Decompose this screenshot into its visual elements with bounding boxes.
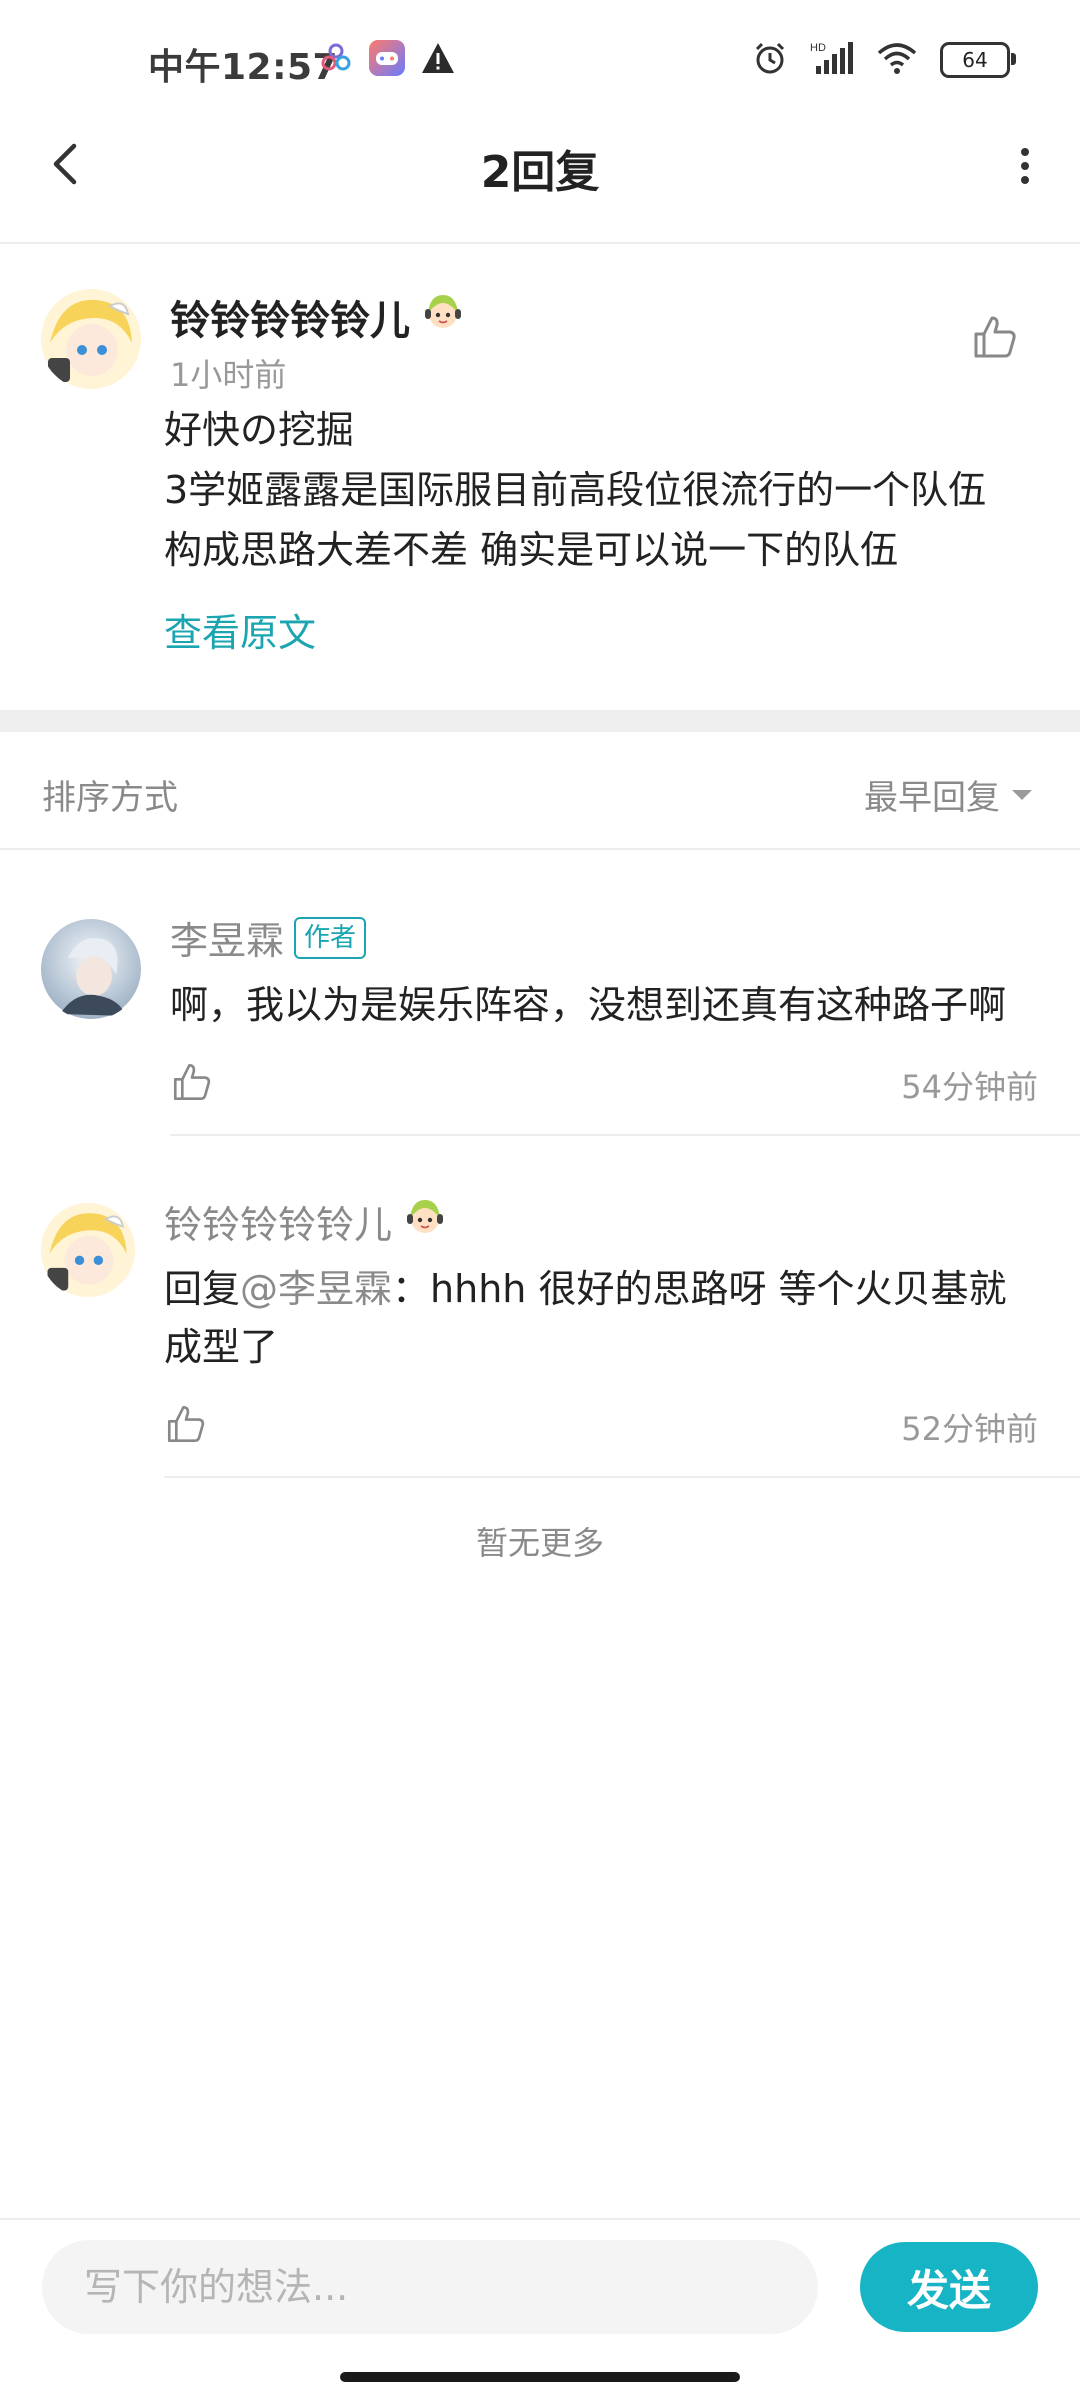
section-divider xyxy=(0,710,1080,732)
status-icons-right: HD 64 xyxy=(752,38,1016,82)
post-author-avatar[interactable] xyxy=(40,288,142,390)
sort-label: 排序方式 xyxy=(42,778,178,818)
composer-divider xyxy=(0,2218,1080,2220)
reply-time: 52分钟前 xyxy=(901,1410,1038,1448)
post-content: 好快の挖掘 3学姬露露是国际服目前高段位很流行的一个队伍构成思路大差不差 确实是… xyxy=(164,408,987,572)
warning-icon xyxy=(420,41,456,79)
hd-signal-icon: HD xyxy=(810,40,854,80)
thumbs-up-icon xyxy=(173,1063,211,1101)
svg-text:HD: HD xyxy=(810,42,826,54)
reply-like-button[interactable] xyxy=(170,1060,214,1104)
reply-avatar[interactable] xyxy=(40,1202,136,1298)
page-title: 2回复 xyxy=(480,147,600,198)
status-icons-left xyxy=(318,38,456,82)
post-time: 1小时前 xyxy=(170,356,287,394)
home-indicator[interactable] xyxy=(340,2372,740,2382)
reply-content: 啊，我以为是娱乐阵容，没想到还真有这种路子啊 xyxy=(170,983,1007,1027)
more-vertical-icon xyxy=(1021,148,1029,184)
author-emoji-icon xyxy=(402,1194,448,1249)
battery-icon: 64 xyxy=(940,42,1016,78)
reply-author[interactable]: 铃铃铃铃铃儿 xyxy=(164,1194,448,1249)
alarm-icon xyxy=(752,40,788,80)
reply-avatar[interactable] xyxy=(40,918,142,1020)
view-original-link[interactable]: 查看原文 xyxy=(164,602,316,657)
post-like-button[interactable] xyxy=(970,312,1020,362)
sort-value: 最早回复 xyxy=(864,778,1000,818)
thumbs-up-icon xyxy=(974,316,1016,358)
more-options-button[interactable] xyxy=(1010,144,1040,188)
game-center-icon xyxy=(368,39,406,81)
author-emoji-icon xyxy=(420,289,466,345)
caret-down-icon xyxy=(1012,789,1032,800)
mention-link[interactable]: @李昱霖 xyxy=(240,1267,392,1311)
send-button[interactable]: 发送 xyxy=(860,2242,1038,2332)
reply-content: 回复@李昱霖：hhhh 很好的思路呀 等个火贝基就成型了 xyxy=(164,1260,1024,1376)
comment-input[interactable] xyxy=(42,2240,818,2334)
wifi-icon xyxy=(876,41,918,79)
reply-divider xyxy=(164,1476,1080,1478)
reply-author-name: 李昱霖 xyxy=(170,919,285,963)
post-author-name: 铃铃铃铃铃儿 xyxy=(170,298,410,344)
no-more-text: 暂无更多 xyxy=(475,1524,604,1562)
thumbs-up-icon xyxy=(167,1405,205,1443)
reply-prefix: 回复 xyxy=(164,1267,241,1311)
sort-divider xyxy=(0,848,1080,850)
reply-time: 54分钟前 xyxy=(901,1068,1038,1106)
sort-dropdown[interactable]: 最早回复 xyxy=(864,770,1034,819)
author-badge: 作者 xyxy=(294,916,367,959)
reply-like-button[interactable] xyxy=(164,1402,208,1446)
reply-author[interactable]: 李昱霖 作者 xyxy=(170,910,367,965)
status-time: 中午12:57 xyxy=(148,47,339,88)
reply-author-name: 铃铃铃铃铃儿 xyxy=(164,1203,393,1247)
reply-divider xyxy=(170,1134,1080,1136)
post-author[interactable]: 铃铃铃铃铃儿 xyxy=(170,288,466,346)
header-divider xyxy=(0,242,1080,244)
app-cluster-icon xyxy=(318,40,354,80)
